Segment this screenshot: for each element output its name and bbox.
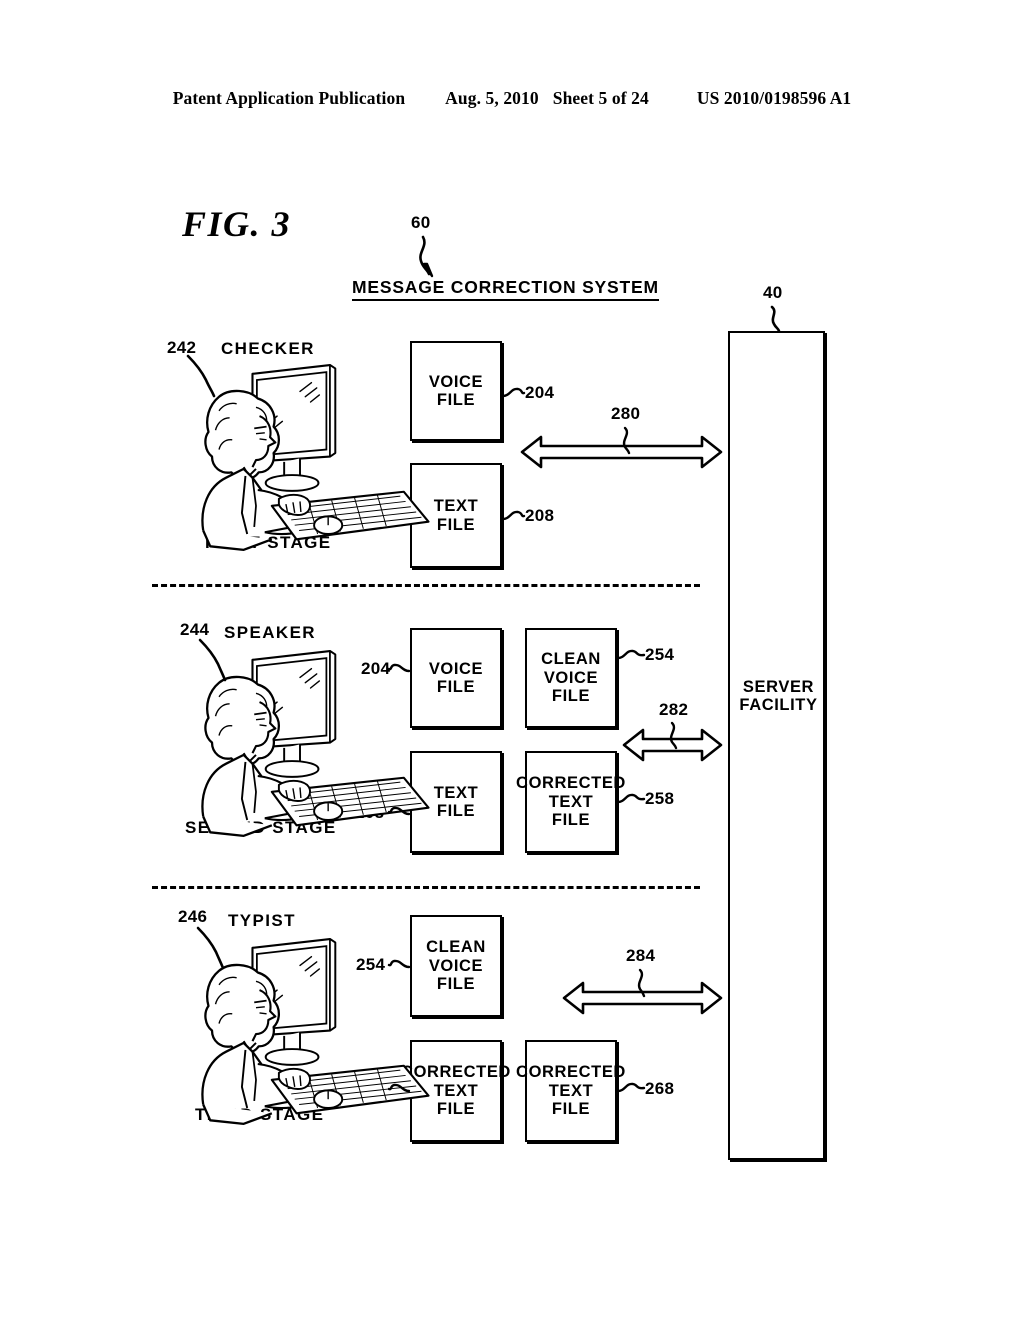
sheet-number: Sheet 5 of 24 xyxy=(552,88,649,108)
reference-numeral-208-s2: 208 xyxy=(355,803,385,822)
arrow-280 xyxy=(520,435,723,469)
server-facility-box: SERVER FACILITY xyxy=(728,331,825,1160)
file-box-label: CLEAN VOICE FILE xyxy=(426,938,486,994)
file-box-corrected-text-file-s3-left: CORRECTED TEXT FILE xyxy=(401,1040,510,1142)
leader-40 xyxy=(770,305,781,333)
leader-254-s3 xyxy=(387,959,411,969)
reference-numeral-246: 246 xyxy=(178,907,208,926)
file-box-corrected-text-file-s2: CORRECTED TEXT FILE xyxy=(516,751,625,853)
role-label-checker: CHECKER xyxy=(221,339,315,358)
drawing-overlay xyxy=(186,235,781,1125)
role-label-speaker: SPEAKER xyxy=(224,623,316,642)
reference-numeral-60: 60 xyxy=(411,213,431,232)
stage-caption-first: FIRST STAGE xyxy=(205,533,332,552)
stage-separator-2 xyxy=(152,886,700,889)
file-box-label: TEXT FILE xyxy=(433,783,479,820)
file-box-text-file-s1: TEXT FILE xyxy=(410,463,502,568)
leader-204-s2 xyxy=(387,663,411,673)
patent-number: US 2010/0198596 A1 xyxy=(696,88,852,108)
leader-204-s1 xyxy=(501,387,526,398)
file-box-clean-voice-file-s2: CLEAN VOICE FILE xyxy=(525,628,617,728)
leader-284 xyxy=(637,968,646,998)
file-box-label: VOICE FILE xyxy=(428,659,484,696)
publication-title: Patent Application Publication xyxy=(172,88,406,108)
file-box-corrected-text-file-s3-right: CORRECTED TEXT FILE xyxy=(516,1040,625,1142)
stage-caption-second: SECOND STAGE xyxy=(185,818,337,837)
leader-244 xyxy=(198,638,227,682)
server-facility-label: SERVER FACILITY xyxy=(739,678,818,715)
arrow-284 xyxy=(562,981,723,1015)
arrow-282 xyxy=(622,728,723,762)
reference-numeral-242: 242 xyxy=(167,338,197,357)
reference-numeral-284: 284 xyxy=(626,946,656,965)
leader-280 xyxy=(622,426,631,455)
file-box-voice-file-s1: VOICE FILE xyxy=(410,341,502,441)
reference-numeral-258-s2: 258 xyxy=(645,789,675,808)
reference-numeral-282: 282 xyxy=(659,700,689,719)
leader-208-s2 xyxy=(387,806,411,816)
patent-header: Patent Application Publication Aug. 5, 2… xyxy=(0,88,1024,114)
reference-numeral-208-s1: 208 xyxy=(525,506,555,525)
reference-numeral-204-s1: 204 xyxy=(525,383,555,402)
stage-caption-third: THIRD STAGE xyxy=(195,1105,325,1124)
file-box-label: CORRECTED TEXT FILE xyxy=(516,774,626,830)
person-illustration-speaker xyxy=(201,649,430,837)
reference-numeral-204-s2: 204 xyxy=(361,659,391,678)
role-label-typist: TYPIST xyxy=(228,911,296,930)
stage-separator-1 xyxy=(152,584,700,587)
reference-numeral-280: 280 xyxy=(611,404,641,423)
file-box-label: TEXT FILE xyxy=(433,497,479,534)
file-box-text-file-s2: TEXT FILE xyxy=(410,751,502,853)
reference-numeral-244: 244 xyxy=(180,620,210,639)
system-title: MESSAGE CORRECTION SYSTEM xyxy=(352,277,659,301)
reference-numeral-254-s3: 254 xyxy=(356,955,386,974)
leader-282 xyxy=(669,721,678,750)
reference-numeral-254-s2: 254 xyxy=(645,645,675,664)
figure-label: FIG. 3 xyxy=(182,204,292,244)
file-box-label: CLEAN VOICE FILE xyxy=(541,650,601,706)
reference-numeral-40: 40 xyxy=(763,283,783,302)
publication-date: Aug. 5, 2010 xyxy=(445,88,539,108)
file-box-label: CORRECTED TEXT FILE xyxy=(516,1063,626,1119)
file-box-clean-voice-file-s3: CLEAN VOICE FILE xyxy=(410,915,502,1017)
reference-numeral-258-s3: 258 xyxy=(356,1079,386,1098)
leader-242 xyxy=(186,354,216,398)
file-box-label: VOICE FILE xyxy=(428,372,484,409)
file-box-voice-file-s2: VOICE FILE xyxy=(410,628,502,728)
leader-60 xyxy=(419,235,434,278)
person-illustration-typist xyxy=(201,937,430,1125)
leader-254-s2 xyxy=(616,649,646,660)
leader-246 xyxy=(196,926,225,970)
reference-numeral-268: 268 xyxy=(645,1079,675,1098)
person-illustration-checker xyxy=(201,363,430,551)
leader-208-s1 xyxy=(501,510,526,521)
file-box-label: CORRECTED TEXT FILE xyxy=(401,1063,511,1119)
